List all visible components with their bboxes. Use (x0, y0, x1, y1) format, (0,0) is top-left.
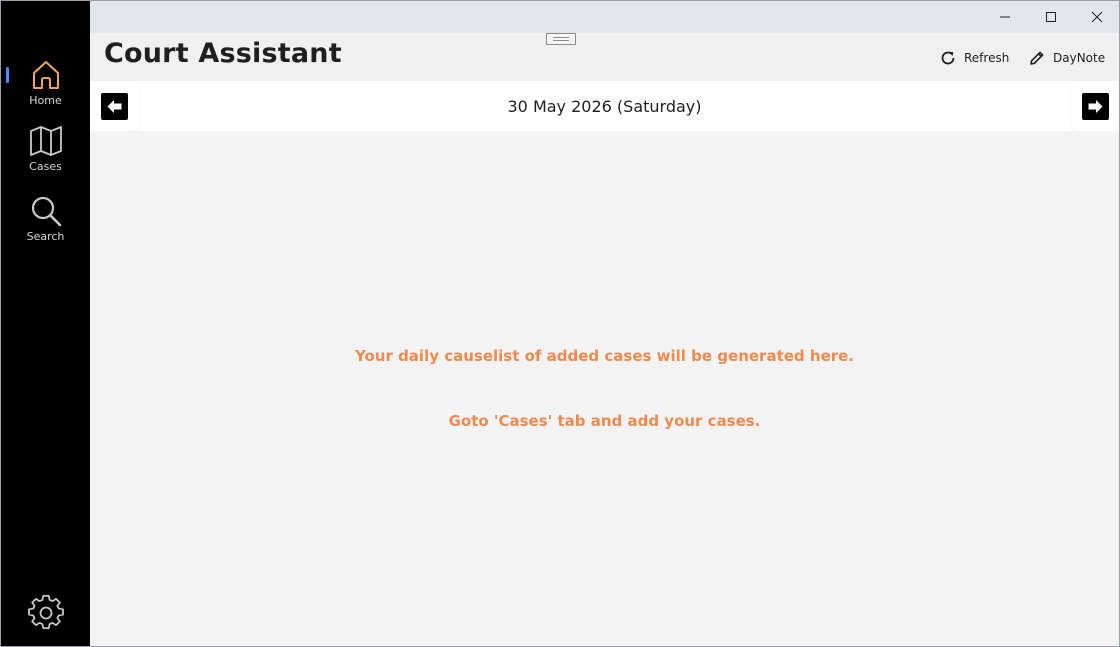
sidebar-item-search[interactable]: Search (1, 194, 90, 254)
map-icon (29, 126, 62, 156)
close-icon (1091, 11, 1103, 23)
sidebar-item-home[interactable]: Home (1, 58, 90, 118)
next-day-button[interactable] (1071, 81, 1119, 131)
daynote-label: DayNote (1053, 51, 1106, 65)
sidebar-item-cases[interactable]: Cases (1, 124, 90, 184)
maximize-button[interactable] (1028, 1, 1074, 33)
sidebar-item-label: Search (26, 230, 65, 243)
refresh-icon (941, 51, 955, 65)
sidebar-item-label: Cases (29, 160, 62, 173)
app-header: Court Assistant Refresh DayNote (90, 33, 1119, 81)
home-icon (32, 61, 59, 89)
sidebar: Home Cases Search (1, 1, 90, 646)
current-date: 30 May 2026 (Saturday) (507, 96, 702, 116)
search-icon (31, 196, 61, 227)
empty-state-message: Your daily causelist of added cases will… (354, 347, 855, 365)
arrow-left-icon (107, 99, 121, 113)
pencil-icon (1030, 51, 1044, 65)
maximize-icon (1046, 12, 1056, 22)
minimize-button[interactable] (982, 1, 1028, 33)
daynote-button[interactable]: DayNote (1029, 47, 1105, 69)
page-title: Court Assistant (104, 38, 342, 69)
sidebar-item-label: Home (29, 94, 62, 107)
causelist-area: Your daily causelist of added cases will… (90, 131, 1119, 646)
empty-state-hint: Goto 'Cases' tab and add your cases. (448, 412, 761, 430)
refresh-label: Refresh (964, 51, 1010, 65)
close-button[interactable] (1074, 1, 1119, 33)
gear-icon[interactable] (28, 595, 64, 631)
date-bar: 30 May 2026 (Saturday) (90, 81, 1119, 131)
refresh-button[interactable]: Refresh (940, 47, 1009, 69)
minimize-icon (1000, 16, 1010, 18)
title-bar[interactable] (90, 1, 1119, 33)
previous-day-button[interactable] (90, 81, 138, 131)
arrow-right-icon (1088, 99, 1102, 113)
drag-handle-icon[interactable] (546, 33, 576, 45)
app-window: Home Cases Search Court Assistant Refres… (0, 0, 1120, 647)
